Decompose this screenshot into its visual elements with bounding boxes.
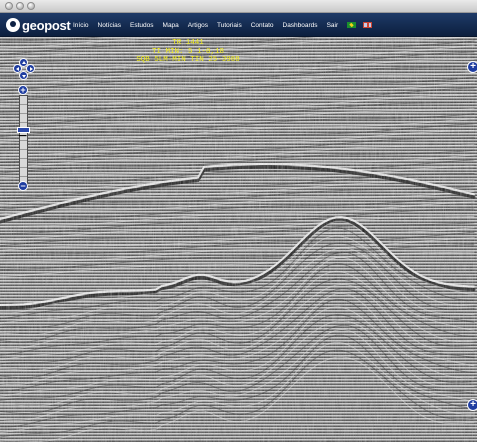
pan-right-icon[interactable] xyxy=(26,64,35,73)
overlay-line-3: SQB 5LM-MIN TIN 25-3988 xyxy=(136,56,240,64)
top-navigation-bar: geopost Início Notícias Estudos Mapa Art… xyxy=(0,13,477,37)
uk-flag-icon[interactable] xyxy=(363,22,373,28)
zoom-out-button[interactable]: − xyxy=(18,181,28,191)
expand-panel-button-bottom[interactable]: + xyxy=(467,399,477,411)
menu-item-noticias[interactable]: Notícias xyxy=(98,22,121,29)
menu-item-dashboards[interactable]: Dashboards xyxy=(283,22,318,29)
seismic-viewer[interactable]: TR 1441 TI MIN: 5 1-0,18 SQB 5LM-MIN TIN… xyxy=(0,37,477,442)
zoom-button[interactable] xyxy=(27,2,35,10)
pan-down-icon[interactable] xyxy=(19,71,28,80)
geopost-logo[interactable]: geopost xyxy=(6,16,71,34)
geopost-logo-icon xyxy=(6,18,20,32)
minimize-button[interactable] xyxy=(16,2,24,10)
logo-text: geopost xyxy=(22,17,71,33)
menu-item-inicio[interactable]: Início xyxy=(73,22,89,29)
seismic-section-image xyxy=(0,37,477,442)
menu-item-sair[interactable]: Sair xyxy=(327,22,339,29)
main-menu: Início Notícias Estudos Mapa Artigos Tut… xyxy=(73,13,379,37)
brazil-flag-icon[interactable] xyxy=(347,22,357,28)
window-titlebar xyxy=(0,0,477,13)
zoom-in-button[interactable]: + xyxy=(18,85,28,95)
pan-control xyxy=(13,58,35,80)
close-button[interactable] xyxy=(5,2,13,10)
trace-info-overlay: TR 1441 TI MIN: 5 1-0,18 SQB 5LM-MIN TIN… xyxy=(118,39,258,65)
overlay-line-2: TI MIN: 5 1-0,18 xyxy=(151,47,224,56)
overlay-line-1: TR 1441 xyxy=(172,39,204,47)
menu-item-tutoriais[interactable]: Tutoriais xyxy=(217,22,242,29)
expand-panel-button-top[interactable]: + xyxy=(467,61,477,73)
menu-item-contato[interactable]: Contato xyxy=(251,22,274,29)
menu-item-mapa[interactable]: Mapa xyxy=(163,22,179,29)
menu-item-estudos[interactable]: Estudos xyxy=(130,22,154,29)
menu-item-artigos[interactable]: Artigos xyxy=(188,22,208,29)
zoom-slider-handle[interactable]: − xyxy=(17,127,30,145)
